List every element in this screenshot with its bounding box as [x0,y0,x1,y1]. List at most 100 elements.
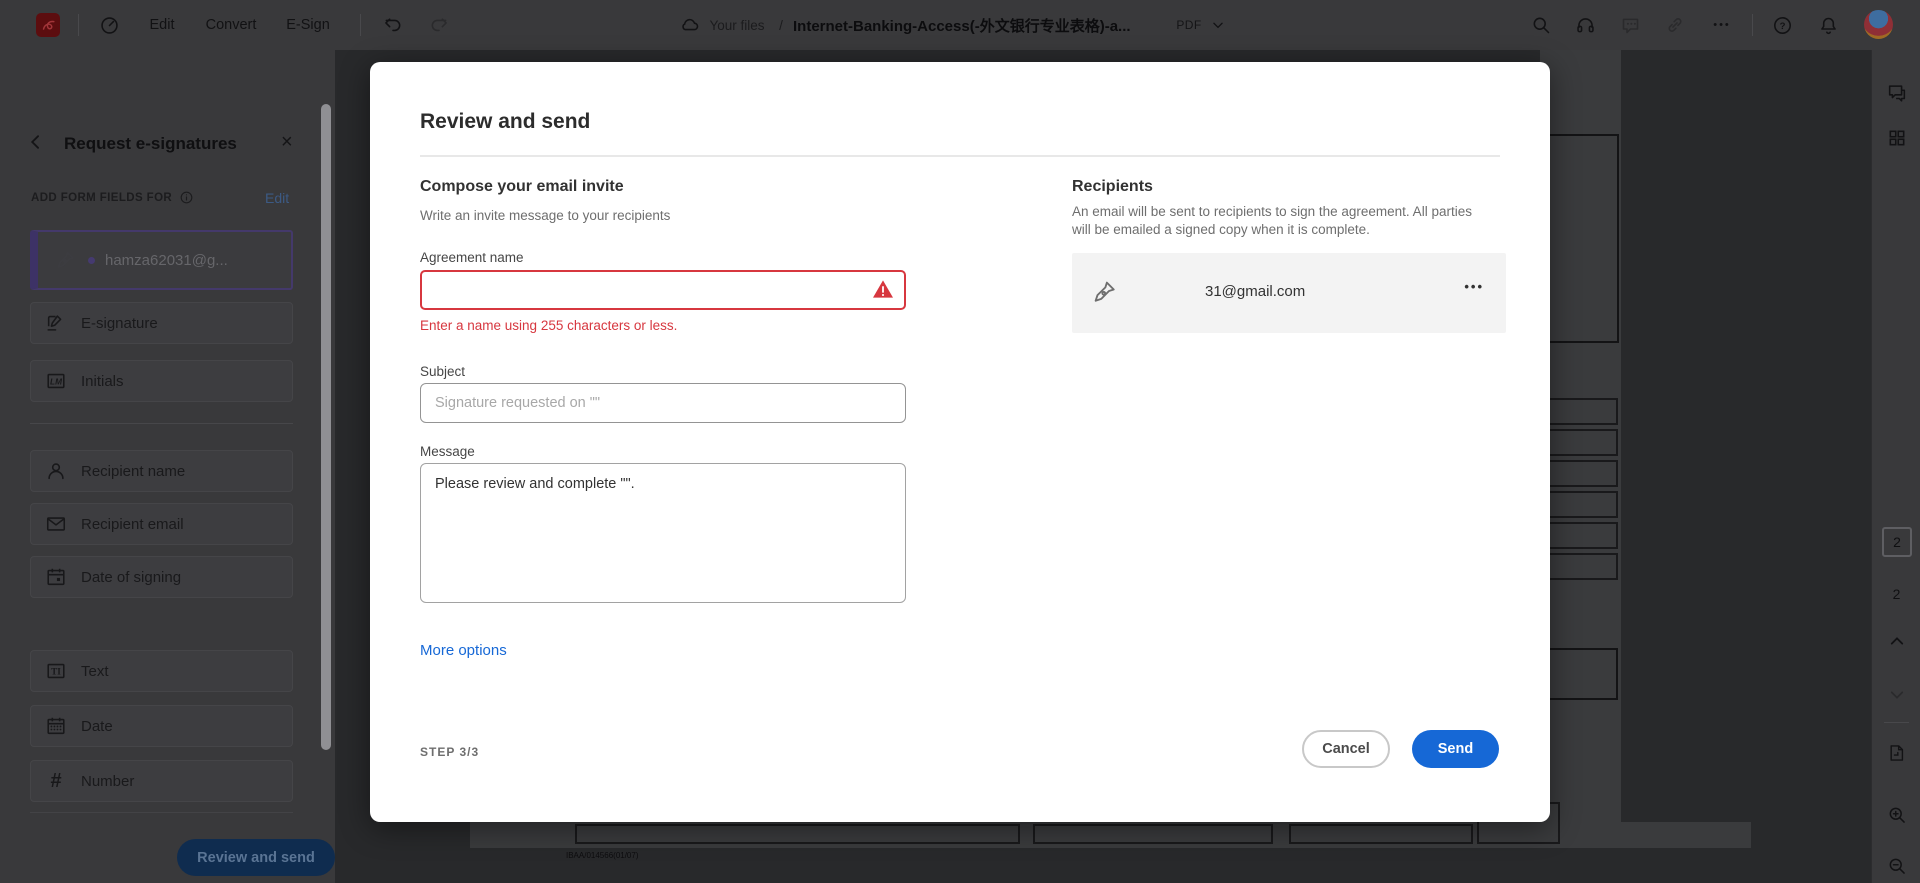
dialog-title: Review and send [420,110,590,134]
partial-field-edge [30,812,293,813]
comments-panel-icon[interactable] [1872,82,1920,104]
menu-esign[interactable]: E-Sign [280,0,336,50]
pen-nib-icon [1090,277,1120,307]
subject-field-wrap [420,383,906,423]
user-avatar[interactable] [1864,10,1893,39]
page-number-input[interactable]: 2 [1882,527,1912,557]
more-options-icon[interactable]: ••• [1705,0,1739,50]
page-total-label: 2 [1872,586,1920,602]
comment-icon[interactable] [1615,0,1645,50]
compose-heading: Compose your email invite [420,178,624,196]
text-field-icon: TI [45,660,67,682]
agreement-error-text: Enter a name using 255 characters or les… [420,318,677,333]
subject-label: Subject [420,364,465,379]
message-textarea[interactable]: Please review and complete "". [420,463,906,603]
menu-convert[interactable]: Convert [198,0,264,50]
divider [360,14,361,36]
recipient-more-icon[interactable]: ••• [1464,279,1484,294]
message-label: Message [420,444,475,459]
panel-title: Request e-signatures [64,134,237,154]
recipients-heading: Recipients [1072,178,1153,196]
cloud-icon [676,0,704,50]
field-initials[interactable]: LM Initials [30,360,293,402]
close-icon[interactable]: × [281,131,293,154]
pen-nib-icon [54,248,78,272]
agreement-name-input[interactable] [420,270,906,310]
add-form-fields-for-label: ADD FORM FIELDS FOR [31,192,172,204]
right-tool-rail: 2 2 [1871,50,1920,883]
back-icon[interactable] [26,132,48,154]
field-number[interactable]: # Number [30,760,293,802]
pdf-table-cell [1033,824,1273,844]
undo-icon[interactable] [378,0,408,50]
review-and-send-sidebar-button[interactable]: Review and send [177,839,335,876]
calendar-icon [45,566,67,588]
request-esign-panel: Request e-signatures × ADD FORM FIELDS F… [0,50,335,883]
grid-view-icon[interactable] [1872,128,1920,148]
agreement-name-label: Agreement name [420,250,524,265]
recent-files-icon[interactable] [94,0,124,50]
edit-recipients-link[interactable]: Edit [265,190,289,206]
cancel-button[interactable]: Cancel [1302,730,1390,768]
field-recipient-name[interactable]: Recipient name [30,450,293,492]
fit-page-icon[interactable] [1872,743,1920,763]
more-options-link[interactable]: More options [420,642,507,659]
divider [420,155,1500,157]
svg-text:?: ? [1779,21,1785,32]
field-text[interactable]: TI Text [30,650,293,692]
svg-text:LM: LM [50,378,63,387]
redo-icon[interactable] [424,0,454,50]
link-icon[interactable] [1660,0,1690,50]
field-date-of-signing[interactable]: Date of signing [30,556,293,598]
warning-icon [872,279,894,299]
info-icon[interactable] [179,190,194,205]
recipient-row[interactable]: 31@gmail.com ••• [1072,253,1506,333]
svg-text:TI: TI [51,667,61,677]
zoom-in-icon[interactable] [1872,805,1920,825]
recipient-color-dot [88,257,95,264]
headset-icon[interactable] [1570,0,1600,50]
app-window: continue nt holder IBAA/014566(01/07) [0,0,1920,883]
compose-subheading: Write an invite message to your recipien… [420,208,670,223]
recipient-email-text: 31@gmail.com [1205,283,1305,300]
initials-icon: LM [45,370,67,392]
send-button[interactable]: Send [1412,730,1499,768]
top-toolbar: Edit Convert E-Sign Your files / Interne… [0,0,1920,50]
number-icon: # [45,770,67,793]
help-icon[interactable]: ? [1766,0,1798,50]
recipients-description: An email will be sent to recipients to s… [1072,203,1492,239]
search-icon[interactable] [1526,0,1556,50]
field-esignature[interactable]: E-signature [30,302,293,344]
divider [1752,14,1753,36]
recipient-chip-email: hamza62031@g... [105,252,228,269]
agreement-name-field-wrap [420,270,906,310]
recipient-chip[interactable]: hamza62031@g... [30,230,293,290]
review-and-send-dialog: Review and send Compose your email invit… [370,62,1550,822]
subject-input[interactable] [420,383,906,423]
step-indicator: STEP 3/3 [420,745,479,759]
format-badge: PDF [1173,0,1205,50]
divider [1884,722,1909,723]
sidebar-scrollbar-thumb[interactable] [321,104,331,750]
next-page-icon[interactable] [1872,686,1920,704]
zoom-out-icon[interactable] [1872,856,1920,876]
acrobat-swirl-icon [40,17,57,34]
previous-page-icon[interactable] [1872,632,1920,650]
divider [30,423,293,424]
document-filename: Internet-Banking-Access(-外文银行专业表格)-a... [793,0,1165,50]
pdf-footer-code: IBAA/014566(01/07) [566,851,639,860]
pdf-table-cell [575,824,1020,844]
chevron-down-icon[interactable] [1206,0,1230,50]
person-icon [45,460,67,482]
signature-icon [45,312,67,334]
notifications-bell-icon[interactable] [1812,0,1844,50]
divider [78,14,79,36]
field-recipient-email[interactable]: Recipient email [30,503,293,545]
acrobat-logo[interactable] [36,13,60,37]
calendar-icon [45,715,67,737]
pdf-table-cell [1289,824,1473,844]
breadcrumb-separator: / [776,0,786,50]
field-date[interactable]: Date [30,705,293,747]
menu-edit[interactable]: Edit [140,0,184,50]
breadcrumb-your-files[interactable]: Your files [706,0,768,50]
